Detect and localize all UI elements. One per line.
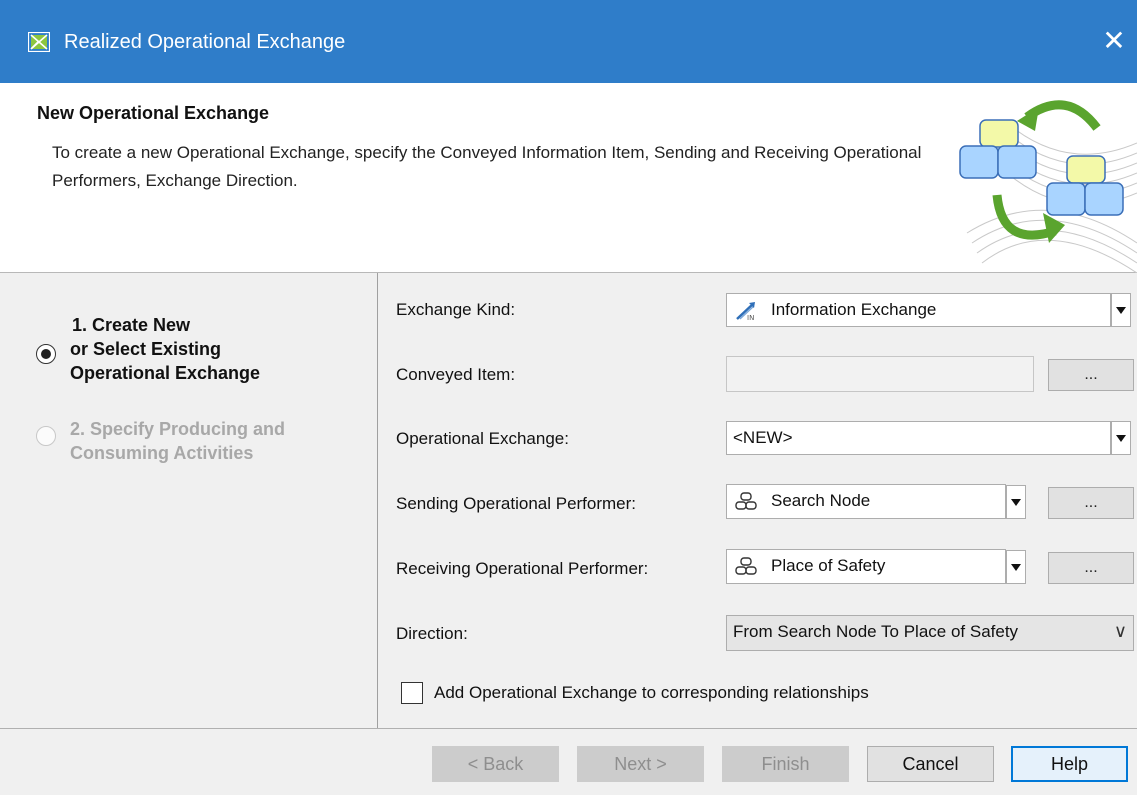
back-button[interactable]: < Back bbox=[432, 746, 559, 782]
exchange-wizard-graphic-icon bbox=[959, 100, 1137, 273]
step-create-or-select[interactable]: 1. Create New or Select Existing Operati… bbox=[36, 313, 260, 385]
close-button[interactable]: ✕ bbox=[1091, 18, 1137, 64]
operational-exchange-value: <NEW> bbox=[733, 428, 793, 447]
direction-label: Direction: bbox=[396, 624, 468, 643]
window-title: Realized Operational Exchange bbox=[64, 31, 346, 53]
wizard-header: New Operational Exchange To create a new… bbox=[0, 83, 1137, 273]
exchange-kind-value: Information Exchange bbox=[771, 300, 937, 319]
step-1-line-2: or Select Existing bbox=[70, 339, 222, 359]
operational-exchange-dropdown-button[interactable] bbox=[1111, 421, 1131, 455]
add-to-relationships-checkbox[interactable] bbox=[401, 682, 423, 704]
step-2-line-2: Consuming Activities bbox=[70, 443, 254, 463]
close-icon: ✕ bbox=[1102, 24, 1126, 57]
next-button[interactable]: Next > bbox=[577, 746, 704, 782]
cancel-button[interactable]: Cancel bbox=[867, 746, 994, 782]
performer-icon bbox=[735, 557, 757, 575]
chevron-down-icon: ∨ bbox=[1113, 621, 1127, 642]
operational-exchange-select[interactable]: <NEW> bbox=[726, 421, 1111, 455]
sending-performer-value: Search Node bbox=[771, 491, 871, 510]
step-specify-activities: 2. Specify Producing and Consuming Activ… bbox=[36, 417, 285, 465]
header-title: New Operational Exchange bbox=[37, 103, 270, 123]
performer-icon bbox=[735, 492, 757, 510]
conveyed-item-label: Conveyed Item: bbox=[396, 365, 516, 384]
sending-performer-browse-button[interactable]: ... bbox=[1048, 487, 1134, 519]
step-1-line-1: 1. Create New bbox=[72, 315, 191, 335]
receiving-performer-label: Receiving Operational Performer: bbox=[396, 559, 649, 578]
step-2-radio bbox=[36, 426, 56, 446]
steps-panel: 1. Create New or Select Existing Operati… bbox=[0, 273, 378, 728]
add-to-relationships-label[interactable]: Add Operational Exchange to correspondin… bbox=[434, 683, 869, 703]
exchange-kind-select[interactable]: IN Information Exchange bbox=[726, 293, 1111, 327]
step-1-line-3: Operational Exchange bbox=[70, 363, 261, 383]
information-exchange-icon: IN bbox=[736, 302, 755, 321]
form-panel: Exchange Kind: IN Information Exchange C… bbox=[378, 273, 1137, 728]
sending-performer-dropdown-button[interactable] bbox=[1006, 485, 1026, 519]
exchange-kind-dropdown-button[interactable] bbox=[1111, 293, 1131, 327]
conveyed-item-field[interactable] bbox=[726, 356, 1034, 392]
svg-text:IN: IN bbox=[747, 314, 754, 321]
dialog-window: Realized Operational Exchange ✕ New Oper… bbox=[0, 0, 1137, 795]
step-2-line-1: 2. Specify Producing and bbox=[70, 419, 286, 439]
sending-performer-label: Sending Operational Performer: bbox=[396, 494, 637, 513]
header-description: To create a new Operational Exchange, sp… bbox=[52, 143, 922, 190]
help-button[interactable]: Help bbox=[1011, 746, 1128, 782]
operational-exchange-label: Operational Exchange: bbox=[396, 429, 569, 448]
direction-value: From Search Node To Place of Safety bbox=[733, 622, 1019, 641]
app-logo-icon bbox=[28, 32, 50, 52]
step-1-radio[interactable] bbox=[36, 344, 56, 364]
receiving-performer-browse-button[interactable]: ... bbox=[1048, 552, 1134, 584]
direction-select[interactable]: From Search Node To Place of Safety ∨ bbox=[726, 615, 1134, 651]
title-bar[interactable]: Realized Operational Exchange ✕ bbox=[0, 0, 1137, 83]
receiving-performer-select[interactable]: Place of Safety bbox=[726, 549, 1006, 584]
sending-performer-select[interactable]: Search Node bbox=[726, 484, 1006, 519]
exchange-kind-label: Exchange Kind: bbox=[396, 300, 516, 319]
receiving-performer-value: Place of Safety bbox=[771, 556, 886, 575]
receiving-performer-dropdown-button[interactable] bbox=[1006, 550, 1026, 584]
finish-button[interactable]: Finish bbox=[722, 746, 849, 782]
conveyed-item-browse-button[interactable]: ... bbox=[1048, 359, 1134, 391]
button-bar: < Back Next > Finish Cancel Help bbox=[0, 729, 1137, 795]
